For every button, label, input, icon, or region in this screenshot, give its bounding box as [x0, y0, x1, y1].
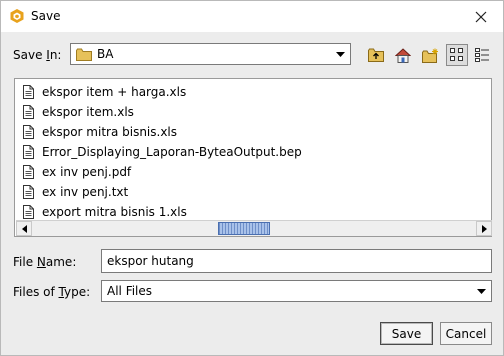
save-button[interactable]: Save — [380, 322, 433, 345]
folder-up-icon — [368, 48, 384, 62]
close-button[interactable] — [459, 1, 503, 32]
create-new-folder-button[interactable] — [419, 44, 441, 66]
home-icon — [395, 47, 411, 63]
file-name-value: ekspor hutang — [107, 254, 194, 268]
app-logo-icon — [9, 8, 25, 24]
file-list-item[interactable]: ekspor mitra bisnis.xls — [23, 122, 177, 142]
file-name-text: Error_Displaying_Laporan-ByteaOutput.bep — [42, 145, 302, 159]
file-icon — [23, 125, 34, 139]
folder-icon — [76, 48, 92, 64]
chevron-down-icon — [333, 44, 347, 64]
new-folder-icon — [421, 48, 438, 63]
file-name-label: File Name: — [13, 255, 77, 269]
file-type-select[interactable]: All Files — [101, 280, 492, 302]
file-list-item[interactable]: ekspor item + harga.xls — [23, 82, 186, 102]
file-type-label: Files of Type: — [13, 285, 91, 299]
file-icon — [23, 85, 34, 99]
details-view-button[interactable] — [471, 44, 493, 66]
file-icon — [23, 165, 34, 179]
home-button[interactable] — [392, 44, 414, 66]
list-view-icon — [450, 48, 463, 61]
chevron-left-icon — [21, 224, 27, 233]
file-list-item[interactable]: ekspor item.xls — [23, 102, 134, 122]
file-name-text: ex inv penj.pdf — [42, 165, 132, 179]
file-name-text: ex inv penj.txt — [42, 185, 129, 199]
file-icon — [23, 185, 34, 199]
scrollbar-thumb[interactable] — [218, 222, 270, 235]
file-list-item[interactable]: ex inv penj.pdf — [23, 162, 131, 182]
horizontal-scrollbar[interactable] — [16, 220, 492, 236]
file-name-text: export mitra bisnis 1.xls — [42, 205, 187, 219]
save-in-label: Save In: — [13, 48, 62, 62]
list-view-button[interactable] — [446, 44, 468, 66]
file-list-item[interactable]: Error_Displaying_Laporan-ByteaOutput.bep — [23, 142, 302, 162]
save-in-value: BA — [97, 47, 114, 61]
file-name-text: ekspor mitra bisnis.xls — [42, 125, 178, 139]
file-icon — [23, 105, 34, 119]
scroll-left-button[interactable] — [16, 221, 32, 236]
chevron-down-icon — [474, 281, 488, 301]
file-name-input[interactable]: ekspor hutang — [101, 249, 492, 273]
file-list-item[interactable]: ex inv penj.txt — [23, 182, 128, 202]
file-list[interactable]: ekspor item + harga.xls ekspor item.xls ek… — [14, 78, 492, 237]
file-icon — [23, 145, 34, 159]
window-title: Save — [31, 9, 61, 23]
file-name-text: ekspor item.xls — [42, 105, 134, 119]
close-icon — [475, 11, 487, 22]
title-bar: Save — [1, 1, 503, 32]
cancel-button[interactable]: Cancel — [440, 322, 492, 345]
up-one-level-button[interactable] — [365, 44, 387, 66]
scroll-right-button[interactable] — [476, 221, 492, 236]
details-view-icon — [475, 48, 489, 62]
chevron-right-icon — [481, 224, 487, 233]
file-icon — [23, 205, 34, 219]
save-dialog: Save Save In: BA ekspor item + harga.xls… — [0, 0, 504, 356]
save-in-select[interactable]: BA — [70, 43, 351, 65]
file-list-item[interactable]: export mitra bisnis 1.xls — [23, 202, 187, 222]
file-type-value: All Files — [107, 284, 153, 298]
file-name-text: ekspor item + harga.xls — [42, 85, 187, 99]
